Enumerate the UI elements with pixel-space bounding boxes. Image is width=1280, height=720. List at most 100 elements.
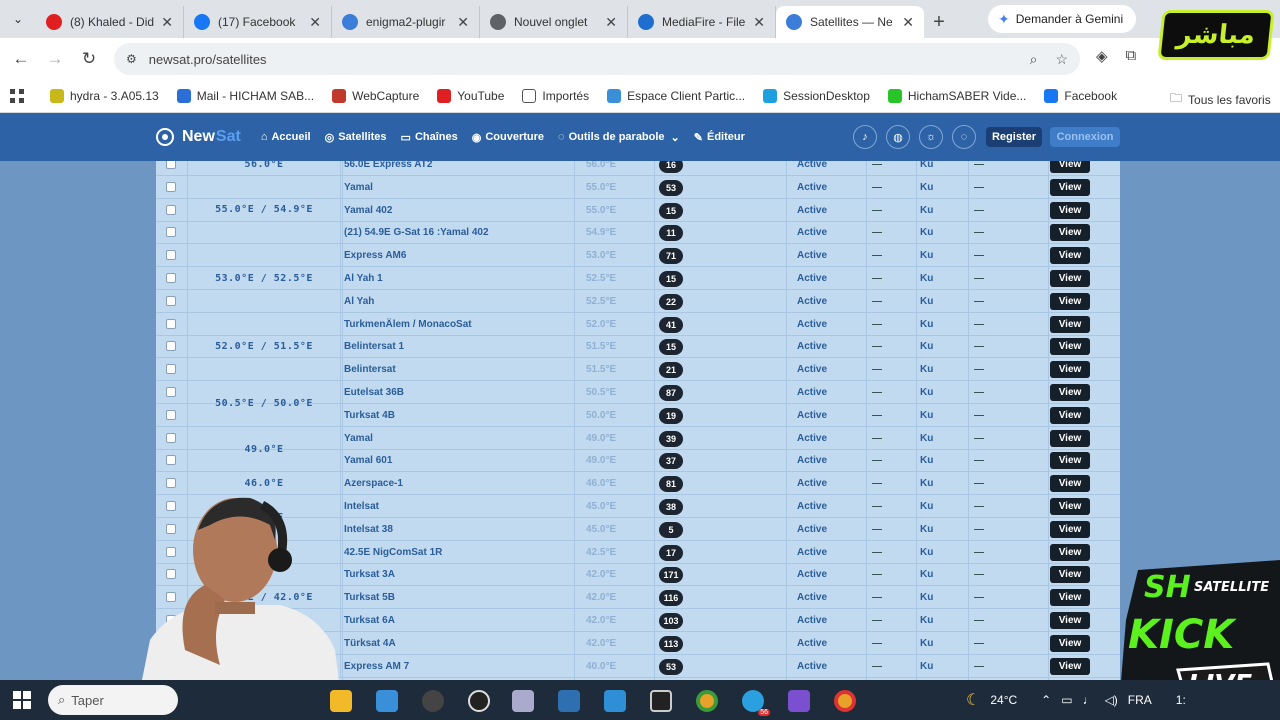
view-button[interactable]: View [1050, 384, 1090, 401]
bookmark-item[interactable]: Mail - HICHAM SAB... [176, 89, 314, 103]
forward-button[interactable]: → [38, 42, 72, 76]
telegram-icon[interactable]: 56 [742, 690, 770, 716]
satellite-name-link[interactable]: Yamal 402 [344, 199, 392, 222]
bookmark-item[interactable]: Espace Client Partic... [607, 89, 745, 103]
app-icon-5[interactable] [558, 690, 580, 712]
satellite-name-link[interactable]: Yamal [344, 176, 373, 199]
view-button[interactable]: View [1050, 247, 1090, 265]
satellite-name-link[interactable]: Türksat 4A [344, 632, 396, 655]
view-button[interactable]: View [1050, 498, 1090, 515]
nav-tv[interactable]: ▭ Chaînes [401, 131, 458, 144]
row-checkbox[interactable] [166, 204, 176, 215]
satellite-name-link[interactable]: Turksat 4B [344, 404, 395, 427]
close-tab-icon[interactable]: ✕ [309, 14, 321, 31]
row-checkbox[interactable] [166, 318, 176, 329]
language[interactable]: FRA [1128, 693, 1152, 707]
view-button[interactable]: View [1050, 452, 1090, 470]
satellite-name-link[interactable]: TurkmenÄlem / MonacoSat [344, 313, 472, 336]
browser-tab[interactable]: (17) Facebook ✕ [184, 6, 332, 38]
bookmark-item[interactable]: YouTube [437, 89, 504, 103]
close-tab-icon[interactable]: ✕ [605, 14, 617, 31]
satellite-name-link[interactable]: Yamal [344, 427, 373, 450]
row-checkbox[interactable] [166, 250, 176, 261]
close-tab-icon[interactable]: ✕ [902, 14, 914, 31]
bookmark-item[interactable]: Importés [522, 89, 589, 103]
bookmark-item[interactable]: hydra - 3.A05.13 [50, 89, 159, 103]
browser-tab[interactable]: Nouvel onglet ✕ [480, 6, 628, 38]
satellite-name-link[interactable]: Yamal 601 [344, 449, 392, 472]
reload-button[interactable]: ↻ [72, 42, 106, 76]
satellite-name-link[interactable]: Turksat 6A [344, 609, 395, 632]
satellite-name-link[interactable]: Intelsat [344, 495, 379, 518]
site-logo[interactable]: New Sat [156, 128, 241, 146]
satellite-name-link[interactable]: (21) 54.9E G-Sat 16 :Yamal 402 [344, 221, 489, 244]
row-checkbox[interactable] [166, 227, 176, 238]
theme-sun-icon[interactable]: ☼ [919, 125, 943, 149]
browser-tab[interactable]: MediaFire - File ✕ [628, 6, 776, 38]
bookmark-item[interactable]: HichamSABER Vide... [887, 89, 1026, 103]
satellite-name-link[interactable]: Express AM6 [344, 244, 406, 267]
view-button[interactable]: View [1050, 201, 1090, 219]
view-button[interactable]: View [1050, 589, 1090, 607]
row-checkbox[interactable] [166, 295, 176, 306]
view-button[interactable]: View [1050, 543, 1090, 561]
tray-chevron-icon[interactable]: ⌃ [1041, 693, 1051, 707]
row-checkbox[interactable] [166, 409, 176, 420]
nav-dish[interactable]: ◌ Outils de parabole ⌄ [558, 131, 680, 144]
view-button[interactable]: View [1050, 566, 1090, 584]
start-button[interactable] [0, 680, 44, 720]
view-button[interactable]: View [1050, 361, 1090, 379]
drop-icon[interactable]: ◌ [952, 125, 976, 149]
view-button[interactable]: View [1050, 429, 1090, 447]
row-checkbox[interactable] [166, 478, 176, 489]
app-icon-6[interactable] [650, 690, 672, 712]
row-checkbox[interactable] [166, 432, 176, 443]
nav-home[interactable]: ⌂ Accueil [261, 131, 311, 143]
site-info-icon[interactable]: ⚙ [126, 52, 137, 66]
view-button[interactable]: View [1050, 520, 1090, 538]
close-tab-icon[interactable]: ✕ [161, 14, 173, 31]
zoom-icon[interactable]: ⌕ [1030, 51, 1038, 68]
satellite-name-link[interactable]: Turksat 5B [344, 586, 395, 609]
satellite-name-link[interactable]: Express AM 7 [344, 655, 409, 678]
language-globe-icon[interactable]: ◍ [886, 125, 910, 149]
back-button[interactable]: ← [4, 42, 38, 76]
satellite-name-link[interactable]: Belintersat 1 [344, 335, 404, 358]
row-checkbox[interactable] [166, 181, 176, 192]
network-icon[interactable]: ▭ [1061, 693, 1072, 707]
app-icon-7[interactable] [788, 690, 810, 712]
app-icon-1[interactable] [376, 690, 398, 712]
bookmark-item[interactable]: Facebook [1044, 89, 1117, 103]
volume-icon[interactable]: ◁) [1105, 693, 1118, 707]
satellite-name-link[interactable]: Al Yah [344, 290, 374, 313]
row-checkbox[interactable] [166, 273, 176, 283]
row-checkbox[interactable] [166, 455, 176, 466]
view-button[interactable]: View [1050, 338, 1090, 356]
view-button[interactable]: View [1050, 634, 1090, 652]
satellite-name-link[interactable]: 42.5E NigComSat 1R [344, 541, 442, 564]
view-button[interactable]: View [1050, 178, 1090, 196]
app-icon-4[interactable] [512, 690, 534, 712]
satellite-name-link[interactable]: 56.0E Express AT2 [344, 161, 432, 176]
view-button[interactable]: View [1050, 270, 1090, 287]
view-button[interactable]: View [1050, 224, 1090, 242]
microphone-icon[interactable]: ♩ [1083, 693, 1095, 707]
row-checkbox[interactable] [166, 387, 176, 397]
row-checkbox[interactable] [166, 364, 176, 375]
view-button[interactable]: View [1050, 161, 1090, 173]
close-tab-icon[interactable]: ✕ [457, 14, 469, 31]
row-checkbox[interactable] [166, 341, 176, 352]
chrome-icon-2[interactable] [834, 690, 856, 712]
satellite-name-link[interactable]: Turksat 3A [344, 563, 395, 586]
taskbar-search[interactable]: ⌕ Taper [48, 685, 178, 715]
weather-moon-icon[interactable]: ☾ [966, 690, 980, 710]
all-bookmarks-folder[interactable]: 🗀 Tous les favoris [1170, 89, 1271, 110]
nav-coverage[interactable]: ◉ Couverture [472, 131, 544, 144]
browser-tab[interactable]: (8) Khaled - Did ✕ [36, 6, 184, 38]
chrome-icon[interactable] [696, 690, 718, 712]
gemini-button[interactable]: ✦ Demander à Gemini [988, 5, 1136, 33]
nav-editor[interactable]: ✎ Éditeur [694, 131, 745, 144]
view-button[interactable]: View [1050, 292, 1090, 310]
tab-search-chevron-icon[interactable]: ⌄ [0, 0, 36, 38]
extension-icon[interactable]: ◈ [1096, 47, 1108, 65]
